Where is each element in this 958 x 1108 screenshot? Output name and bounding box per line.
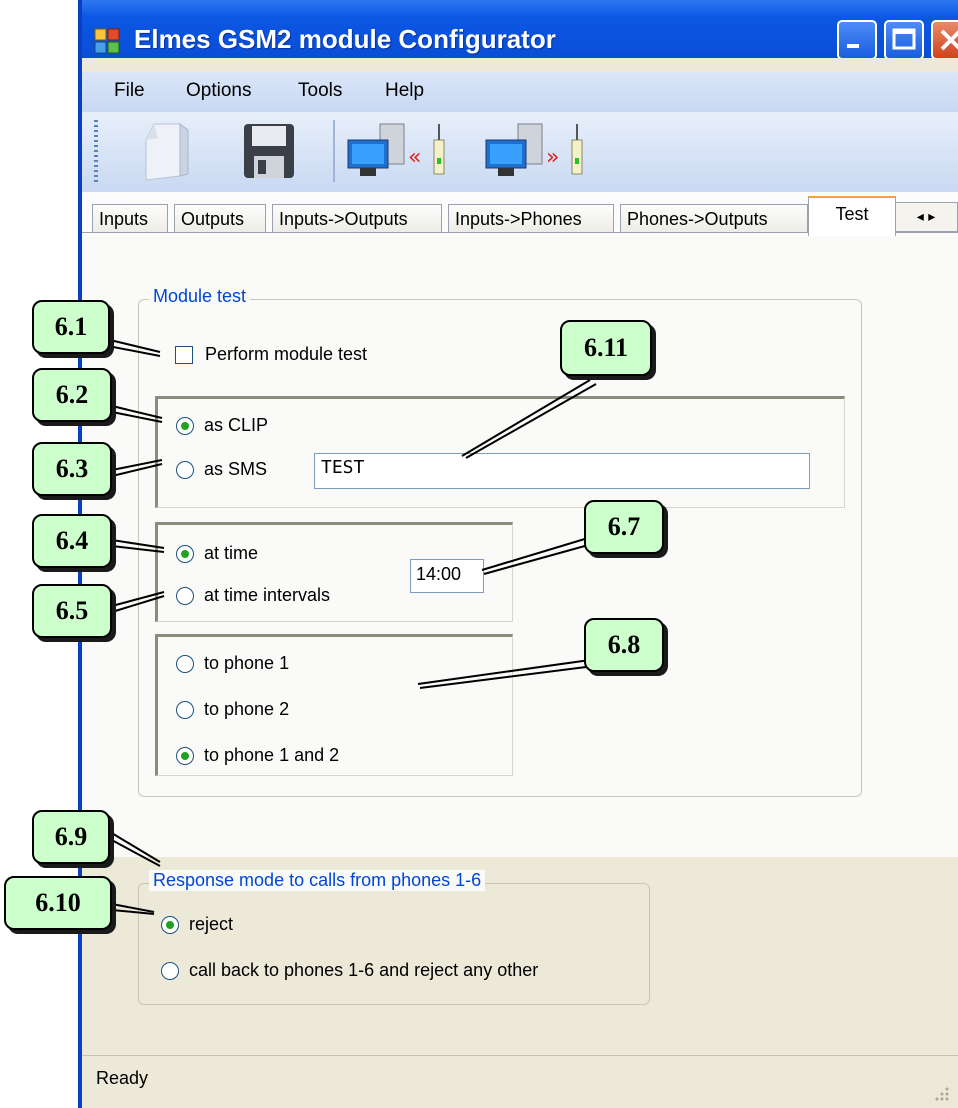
radio-selected[interactable] (176, 746, 194, 765)
svg-text:«: « (408, 145, 421, 170)
to-phone-2-radio[interactable]: to phone 2 (176, 699, 289, 720)
response-mode-group: Response mode to calls from phones 1-6 r… (138, 870, 650, 1005)
menu-bar: File Options Tools Help (82, 72, 958, 112)
tab-phones-outputs[interactable]: Phones->Outputs (620, 204, 808, 234)
callout-6-1: 6.1 (32, 300, 110, 354)
maximize-button[interactable] (884, 20, 924, 60)
menu-options[interactable]: Options (186, 80, 251, 102)
minimize-icon (847, 44, 859, 48)
maximize-icon (892, 28, 916, 50)
response-mode-legend: Response mode to calls from phones 1-6 (149, 870, 486, 891)
tab-strip: Inputs Outputs Inputs->Outputs Inputs->P… (82, 192, 958, 236)
open-file-icon[interactable] (134, 118, 204, 184)
radio-selected[interactable] (176, 416, 194, 435)
app-icon (94, 28, 120, 54)
to-phone-1-radio[interactable]: to phone 1 (176, 653, 289, 674)
as-sms-label: as SMS (204, 459, 268, 479)
radio-unselected[interactable] (161, 961, 179, 980)
app-window: Elmes GSM2 module Configurator File Opti… (78, 0, 958, 1108)
chevron-right-icon[interactable]: ▸ (928, 209, 935, 225)
menu-file[interactable]: File (114, 80, 145, 102)
tab-inputs-outputs[interactable]: Inputs->Outputs (272, 204, 442, 234)
callout-6-11: 6.11 (560, 320, 652, 376)
perform-test-label: Perform module test (205, 344, 368, 364)
test-tab-page: Module test Perform module test as CLIP … (82, 232, 958, 1005)
callout-6-10: 6.10 (4, 876, 112, 930)
radio-unselected[interactable] (176, 586, 194, 605)
callout-6-8: 6.8 (584, 618, 664, 672)
save-icon[interactable] (232, 118, 302, 184)
at-time-label: at time (204, 543, 259, 563)
radio-unselected[interactable] (176, 460, 194, 479)
tab-outputs[interactable]: Outputs (174, 204, 266, 234)
radio-selected[interactable] (161, 915, 179, 934)
at-time-intervals-label: at time intervals (204, 585, 331, 605)
module-test-legend: Module test (149, 286, 251, 307)
callout-6-3: 6.3 (32, 442, 112, 496)
tab-scroll-buttons[interactable]: ◂ ▸ (894, 202, 958, 232)
reject-label: reject (189, 914, 234, 934)
to-phone-1-and-2-radio[interactable]: to phone 1 and 2 (176, 745, 339, 766)
status-text: Ready (96, 1068, 149, 1088)
checkbox-box[interactable] (175, 345, 193, 364)
minimize-button[interactable] (837, 20, 877, 60)
callout-6-2: 6.2 (32, 368, 112, 422)
as-clip-radio[interactable]: as CLIP (176, 415, 268, 436)
to-phone-2-label: to phone 2 (204, 699, 290, 719)
as-clip-label: as CLIP (204, 415, 269, 435)
tab-test[interactable]: Test (808, 196, 896, 236)
callout-6-5: 6.5 (32, 584, 112, 638)
recipient-panel: to phone 1 to phone 2 to phone 1 and 2 (155, 634, 513, 776)
toolbar-grip[interactable] (94, 120, 98, 182)
close-button[interactable] (931, 20, 958, 60)
toolbar-separator (333, 120, 335, 182)
toolbar: « » (82, 112, 958, 193)
radio-unselected[interactable] (176, 700, 194, 719)
resize-grip-icon[interactable] (932, 1084, 950, 1102)
status-bar: Ready (82, 1055, 958, 1108)
call-back-radio[interactable]: call back to phones 1-6 and reject any o… (161, 960, 538, 981)
module-test-group: Module test Perform module test as CLIP … (138, 286, 862, 797)
tab-inputs[interactable]: Inputs (92, 204, 168, 234)
at-time-radio[interactable]: at time (176, 543, 258, 564)
svg-text:»: » (546, 145, 559, 170)
client-area: File Options Tools Help « » Inputs Outpu… (82, 58, 958, 1108)
read-from-module-icon[interactable]: « (344, 118, 454, 184)
callout-6-4: 6.4 (32, 514, 112, 568)
to-phone-1-label: to phone 1 (204, 653, 290, 673)
menu-tools[interactable]: Tools (298, 80, 342, 102)
time-input[interactable]: 14:00 (410, 559, 484, 593)
call-back-label: call back to phones 1-6 and reject any o… (189, 960, 539, 980)
chevron-left-icon[interactable]: ◂ (917, 209, 924, 225)
write-to-module-icon[interactable]: » (482, 118, 592, 184)
menu-help[interactable]: Help (385, 80, 424, 102)
sms-text-input[interactable]: TEST (314, 453, 810, 489)
radio-selected[interactable] (176, 544, 194, 563)
send-mode-panel: as CLIP as SMS TEST (155, 396, 845, 508)
schedule-panel: at time at time intervals 14:00 (155, 522, 513, 622)
callout-6-7: 6.7 (584, 500, 664, 554)
radio-unselected[interactable] (176, 654, 194, 673)
as-sms-radio[interactable]: as SMS (176, 459, 267, 480)
window-title: Elmes GSM2 module Configurator (134, 24, 556, 54)
close-icon (940, 29, 958, 51)
tab-inputs-phones[interactable]: Inputs->Phones (448, 204, 614, 234)
reject-radio[interactable]: reject (161, 914, 233, 935)
callout-6-9: 6.9 (32, 810, 110, 864)
perform-test-checkbox[interactable]: Perform module test (175, 344, 367, 365)
to-phone-1-and-2-label: to phone 1 and 2 (204, 745, 340, 765)
at-time-intervals-radio[interactable]: at time intervals (176, 585, 330, 606)
